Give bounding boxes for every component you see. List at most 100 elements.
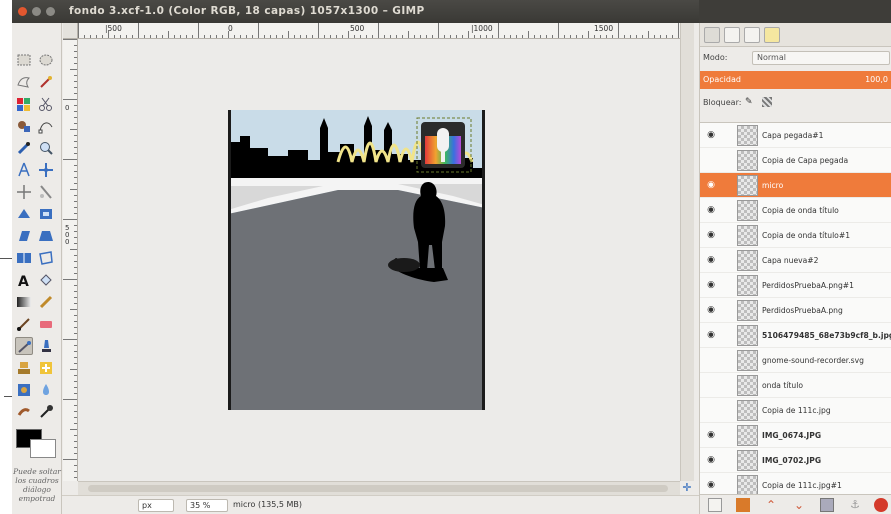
rect-select-tool[interactable] — [15, 51, 33, 69]
visibility-eye-icon[interactable] — [704, 405, 718, 415]
layer-row[interactable]: ◉ IMG_0702.JPG — [700, 448, 891, 473]
layer-row[interactable]: ◉ micro — [700, 173, 891, 198]
visibility-eye-icon[interactable]: ◉ — [704, 130, 718, 140]
zoom-tool[interactable] — [37, 139, 55, 157]
layer-row[interactable]: onda título — [700, 373, 891, 398]
smudge-tool[interactable] — [15, 403, 33, 421]
layer-row[interactable]: gnome-sound-recorder.svg — [700, 348, 891, 373]
layer-chain-toggle[interactable] — [722, 227, 732, 244]
flip-tool[interactable] — [15, 249, 33, 267]
bucket-fill-tool[interactable] — [37, 271, 55, 289]
background-color-swatch[interactable] — [30, 439, 56, 458]
quick-mask-corner[interactable] — [63, 23, 78, 39]
layer-chain-toggle[interactable] — [722, 402, 732, 419]
align-tool[interactable] — [15, 183, 33, 201]
layers-list[interactable]: ◉ Capa pegada#1 Copia de Capa pegada ◉ micro… — [700, 122, 891, 494]
horizontal-scrollbar[interactable] — [78, 481, 680, 495]
fuzzy-select-tool[interactable] — [37, 73, 55, 91]
lock-alpha-icon[interactable] — [762, 97, 772, 107]
layer-chain-toggle[interactable] — [722, 277, 732, 294]
layer-chain-toggle[interactable] — [722, 177, 732, 194]
visibility-eye-icon[interactable] — [704, 380, 718, 390]
tab-paths[interactable] — [744, 27, 760, 43]
scrollbar-thumb[interactable] — [88, 485, 668, 492]
measure-tool[interactable] — [15, 161, 33, 179]
visibility-eye-icon[interactable]: ◉ — [704, 480, 718, 490]
tab-layers[interactable] — [704, 27, 720, 43]
ink-tool[interactable] — [37, 337, 55, 355]
visibility-eye-icon[interactable]: ◉ — [704, 305, 718, 315]
rotate-tool[interactable] — [15, 205, 33, 223]
navigate-button[interactable]: ✛ — [680, 481, 694, 495]
layer-chain-toggle[interactable] — [722, 377, 732, 394]
visibility-eye-icon[interactable] — [704, 355, 718, 365]
new-layer-icon[interactable] — [708, 498, 722, 512]
visibility-eye-icon[interactable]: ◉ — [704, 430, 718, 440]
layer-chain-toggle[interactable] — [722, 352, 732, 369]
visibility-eye-icon[interactable]: ◉ — [704, 255, 718, 265]
eraser-tool[interactable] — [37, 315, 55, 333]
layer-chain-toggle[interactable] — [722, 152, 732, 169]
layer-row[interactable]: ◉ Copia de onda título#1 — [700, 223, 891, 248]
clone-tool[interactable] — [15, 359, 33, 377]
color-picker-tool[interactable] — [15, 139, 33, 157]
ellipse-select-tool[interactable] — [37, 51, 55, 69]
opacity-slider[interactable]: Opacidad 100,0 — [700, 71, 891, 89]
close-window-button[interactable] — [18, 7, 27, 16]
layer-row[interactable]: ◉ 5106479485_68e73b9cf8_b.jpg — [700, 323, 891, 348]
maximize-window-button[interactable] — [46, 7, 55, 16]
layer-chain-toggle[interactable] — [722, 302, 732, 319]
layer-row[interactable]: ◉ Copia de onda título — [700, 198, 891, 223]
heal-tool[interactable] — [37, 359, 55, 377]
horizontal-ruler[interactable]: |500 0 500 |1000 1500 — [78, 23, 680, 39]
layer-chain-toggle[interactable] — [722, 452, 732, 469]
vertical-scrollbar[interactable] — [680, 23, 694, 481]
visibility-eye-icon[interactable]: ◉ — [704, 330, 718, 340]
airbrush-tool[interactable] — [15, 337, 33, 355]
blur-tool[interactable] — [37, 381, 55, 399]
blend-tool[interactable] — [15, 293, 33, 311]
dodge-burn-tool[interactable] — [37, 403, 55, 421]
mode-select[interactable]: Normal — [752, 51, 890, 65]
select-by-color-tool[interactable] — [15, 95, 33, 113]
perspective-clone-tool[interactable] — [15, 381, 33, 399]
layer-chain-toggle[interactable] — [722, 252, 732, 269]
visibility-eye-icon[interactable] — [704, 155, 718, 165]
layer-row[interactable]: ◉ PerdidosPruebaA.png — [700, 298, 891, 323]
zoom-select[interactable]: 35 % — [186, 499, 228, 512]
crop-tool[interactable] — [37, 183, 55, 201]
layer-chain-toggle[interactable] — [722, 127, 732, 144]
paths-tool[interactable] — [37, 117, 55, 135]
layer-row[interactable]: ◉ Capa pegada#1 — [700, 123, 891, 148]
layer-chain-toggle[interactable] — [722, 477, 732, 494]
lock-pixels-icon[interactable]: ✎ — [745, 97, 755, 107]
visibility-eye-icon[interactable]: ◉ — [704, 230, 718, 240]
raise-layer-icon[interactable]: ⌃ — [764, 498, 778, 512]
anchor-layer-icon[interactable]: ⚓ — [848, 498, 862, 512]
tab-channels[interactable] — [724, 27, 740, 43]
duplicate-layer-icon[interactable] — [820, 498, 834, 512]
layer-chain-toggle[interactable] — [722, 202, 732, 219]
pencil-tool[interactable] — [37, 293, 55, 311]
visibility-eye-icon[interactable]: ◉ — [704, 180, 718, 190]
vertical-ruler[interactable]: 0 500 — [63, 39, 78, 481]
layer-row[interactable]: Copia de 111c.jpg — [700, 398, 891, 423]
perspective-tool[interactable] — [37, 227, 55, 245]
new-layer-group-icon[interactable] — [736, 498, 750, 512]
cage-tool[interactable] — [37, 249, 55, 267]
title-bar[interactable]: fondo 3.xcf-1.0 (Color RGB, 18 capas) 10… — [12, 0, 699, 23]
layer-row[interactable]: ◉ Copia de 111c.jpg#1 — [700, 473, 891, 494]
minimize-window-button[interactable] — [32, 7, 41, 16]
free-select-tool[interactable] — [15, 73, 33, 91]
scissors-select-tool[interactable] — [37, 95, 55, 113]
lower-layer-icon[interactable]: ⌄ — [792, 498, 806, 512]
layer-row[interactable]: ◉ Capa nueva#2 — [700, 248, 891, 273]
scale-tool[interactable] — [37, 205, 55, 223]
foreground-select-tool[interactable] — [15, 117, 33, 135]
image-canvas[interactable] — [228, 110, 485, 410]
shear-tool[interactable] — [15, 227, 33, 245]
layer-chain-toggle[interactable] — [722, 327, 732, 344]
layer-row[interactable]: ◉ PerdidosPruebaA.png#1 — [700, 273, 891, 298]
delete-layer-icon[interactable] — [874, 498, 888, 512]
text-tool[interactable]: A — [15, 271, 33, 289]
